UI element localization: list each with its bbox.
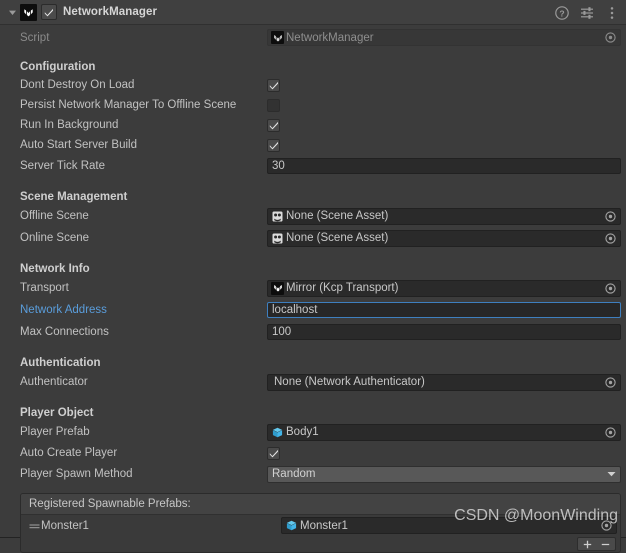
object-picker-icon[interactable] (603, 375, 618, 390)
label-player-spawn-method: Player Spawn Method (20, 468, 133, 480)
inspector-body: Script NetworkManager Configuration Dont… (0, 25, 626, 553)
object-picker-icon[interactable] (603, 30, 618, 45)
transport-object-field[interactable]: Mirror (Kcp Transport) (267, 279, 621, 297)
label-network-address: Network Address (20, 304, 107, 316)
row-dont-destroy-on-load: Dont Destroy On Load (0, 75, 626, 95)
preset-settings-icon[interactable] (579, 5, 594, 20)
scene-asset-icon (271, 210, 284, 223)
row-authenticator: Authenticator None (Network Authenticato… (0, 371, 626, 393)
label-authenticator: Authenticator (20, 376, 88, 388)
list-item-label: Monster1 (41, 519, 89, 532)
label-online-scene: Online Scene (20, 232, 90, 244)
offline-scene-object-field[interactable]: None (Scene Asset) (267, 207, 621, 225)
row-server-tick-rate: Server Tick Rate 30 (0, 155, 626, 177)
transport-value: Mirror (Kcp Transport) (286, 282, 399, 294)
prefab-cube-icon (285, 519, 298, 532)
row-player-prefab: Player Prefab Body1 (0, 421, 626, 443)
list-add-remove-buttons (577, 537, 616, 551)
max-connections-input[interactable]: 100 (267, 324, 621, 340)
row-max-connections: Max Connections 100 (0, 321, 626, 343)
label-max-connections: Max Connections (20, 326, 109, 338)
row-auto-create-player: Auto Create Player (0, 443, 626, 463)
section-authentication: Authentication (20, 357, 101, 369)
auto-create-player-checkbox[interactable] (267, 446, 280, 460)
list-footer (21, 536, 620, 552)
authenticator-object-field[interactable]: None (Network Authenticator) (267, 373, 621, 391)
object-picker-icon[interactable] (603, 209, 618, 224)
header-actions: ? (554, 0, 619, 25)
drag-handle-icon[interactable] (27, 522, 41, 530)
label-offline-scene: Offline Scene (20, 210, 89, 222)
offline-scene-value: None (Scene Asset) (286, 210, 389, 222)
object-picker-icon[interactable] (603, 425, 618, 440)
component-header: NetworkManager ? (0, 0, 626, 25)
mirror-script-icon (271, 281, 284, 295)
prefab-cube-icon (271, 426, 284, 439)
kebab-menu-icon[interactable] (604, 5, 619, 20)
script-object-field[interactable]: NetworkManager (267, 29, 621, 46)
label-script: Script (20, 31, 50, 44)
plus-icon[interactable] (583, 540, 592, 549)
player-prefab-value: Body1 (286, 426, 319, 438)
row-script: Script NetworkManager (0, 25, 626, 47)
row-offline-scene: Offline Scene None (Scene Asset) (0, 205, 626, 227)
row-persist-network-manager: Persist Network Manager To Offline Scene (0, 95, 626, 115)
row-run-in-background: Run In Background (0, 115, 626, 135)
online-scene-value: None (Scene Asset) (286, 232, 389, 244)
persist-network-manager-checkbox[interactable] (267, 98, 280, 112)
page-title: NetworkManager (63, 6, 158, 18)
svg-text:?: ? (559, 8, 564, 18)
row-auto-start-server-build: Auto Start Server Build (0, 135, 626, 155)
label-player-prefab: Player Prefab (20, 426, 90, 438)
authenticator-value: None (Network Authenticator) (274, 376, 425, 388)
chevron-down-icon (607, 468, 616, 480)
label-run-in-background: Run In Background (20, 119, 119, 131)
spawnable-prefab-value: Monster1 (300, 519, 348, 532)
section-network-info: Network Info (20, 263, 90, 275)
section-scene-management: Scene Management (20, 191, 128, 203)
object-picker-icon[interactable] (603, 281, 618, 296)
section-player-object: Player Object (20, 407, 94, 419)
label-auto-start-server-build: Auto Start Server Build (20, 139, 137, 151)
row-network-address: Network Address localhost (0, 299, 626, 321)
network-address-input[interactable]: localhost (267, 302, 621, 318)
player-spawn-method-dropdown[interactable]: Random (267, 465, 621, 483)
player-spawn-method-value: Random (272, 468, 316, 480)
mirror-logo-icon (20, 3, 37, 21)
server-tick-rate-input[interactable]: 30 (267, 158, 621, 174)
triangle-down-icon[interactable] (6, 6, 18, 18)
spawnable-prefab-object-field[interactable]: Monster1 (281, 517, 617, 534)
label-auto-create-player: Auto Create Player (20, 447, 118, 459)
script-value: NetworkManager (286, 31, 374, 44)
label-transport: Transport (20, 282, 69, 294)
component-enabled-checkbox[interactable] (41, 4, 57, 20)
label-server-tick-rate: Server Tick Rate (20, 160, 105, 172)
object-picker-icon[interactable] (599, 518, 614, 533)
object-picker-icon[interactable] (603, 231, 618, 246)
player-prefab-object-field[interactable]: Body1 (267, 423, 621, 441)
section-configuration: Configuration (20, 61, 96, 73)
list-header: Registered Spawnable Prefabs: (21, 494, 620, 515)
dont-destroy-on-load-checkbox[interactable] (267, 78, 280, 92)
label-persist-network-manager: Persist Network Manager To Offline Scene (20, 99, 237, 111)
row-online-scene: Online Scene None (Scene Asset) (0, 227, 626, 249)
help-icon[interactable]: ? (554, 5, 569, 20)
registered-spawnable-prefabs-list: Registered Spawnable Prefabs: Monster1 M… (20, 493, 621, 553)
list-item[interactable]: Monster1 Monster1 (21, 515, 620, 536)
scene-asset-icon (271, 232, 284, 245)
label-dont-destroy-on-load: Dont Destroy On Load (20, 79, 135, 91)
mirror-script-icon (271, 31, 284, 44)
online-scene-object-field[interactable]: None (Scene Asset) (267, 229, 621, 247)
run-in-background-checkbox[interactable] (267, 118, 280, 132)
auto-start-server-build-checkbox[interactable] (267, 138, 280, 152)
row-player-spawn-method: Player Spawn Method Random (0, 463, 626, 485)
network-manager-inspector: NetworkManager ? Script NetworkManager C… (0, 0, 626, 553)
row-transport: Transport Mirror (Kcp Transport) (0, 277, 626, 299)
minus-icon[interactable] (601, 540, 610, 549)
